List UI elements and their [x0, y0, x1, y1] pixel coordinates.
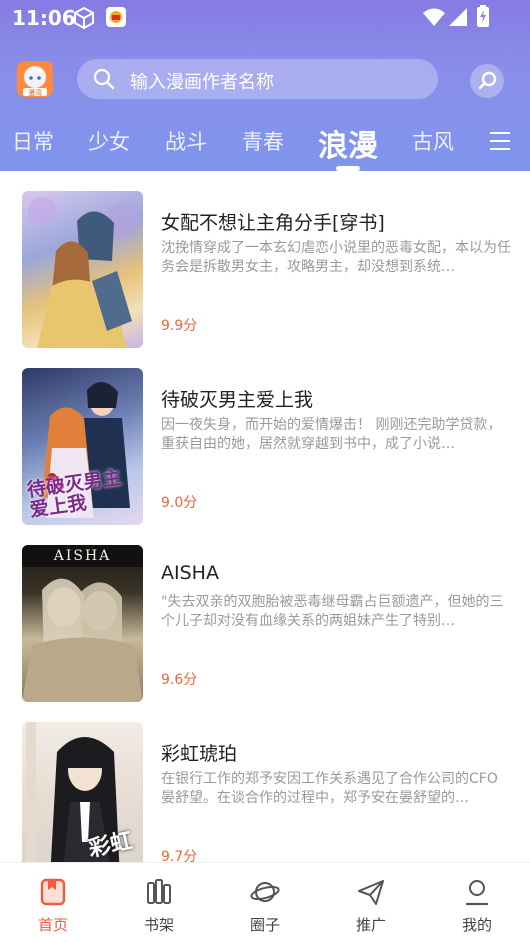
planet-icon: [250, 882, 280, 902]
nav-label: 圈子: [249, 916, 280, 934]
comic-description: 在银行工作的郑予安因工作关系遇见了合作公司的CFO晏舒望。在谈合作的过程中，郑予…: [161, 771, 498, 806]
app-logo-text: 漫湾: [28, 89, 42, 97]
search-placeholder: 输入漫画作者名称: [130, 72, 274, 93]
status-time: 11:06: [12, 6, 76, 30]
comic-description: 因一夜失身，而开始的爱情爆击！ 刚刚还完助学贷款，重获自由的她，居然就穿越到书中…: [161, 417, 502, 452]
nav-label: 首页: [37, 916, 68, 934]
paper-plane-icon: [358, 880, 384, 905]
nav-label: 我的: [461, 916, 492, 934]
tab-youth[interactable]: 青春: [242, 126, 284, 156]
category-tabs: 日常 少女 战斗 青春 浪漫 古风: [0, 118, 530, 171]
cube-icon: [72, 6, 96, 34]
tab-battle[interactable]: 战斗: [165, 126, 207, 156]
comic-score: 9.9分: [161, 318, 198, 334]
comic-title: 待破灭男主爱上我: [161, 389, 314, 411]
nav-profile[interactable]: 我的: [424, 863, 530, 942]
nav-bookshelf[interactable]: 书架: [106, 863, 212, 942]
bottom-navigation: 首页 书架 圈子 推广 我的: [0, 862, 530, 942]
nav-home[interactable]: 首页: [0, 863, 106, 942]
tab-shoujo[interactable]: 少女: [88, 126, 130, 156]
cover-illustration: [28, 197, 140, 348]
comic-description: "失去双亲的双胞胎被恶毒继母霸占巨额遗产，但她的三个儿子却对没有血缘关系的两姐妹…: [161, 594, 504, 629]
list-item[interactable]: 彩虹 彩虹琥珀 在银行工作的郑予安因工作关系遇见了合作公司的CFO晏舒望。在谈合…: [0, 702, 530, 862]
comic-cover[interactable]: [22, 191, 143, 348]
app-logo[interactable]: 漫湾: [17, 61, 53, 97]
comic-title: 彩虹琥珀: [161, 743, 238, 765]
comic-cover[interactable]: AISHA: [22, 545, 143, 702]
list-item[interactable]: 女配不想让主角分手[穿书] 沈挽情穿成了一本玄幻虐恋小说里的恶毒女配，本以为任务…: [0, 171, 530, 348]
search-input[interactable]: 输入漫画作者名称: [77, 59, 438, 99]
comic-title: 女配不想让主角分手[穿书]: [161, 212, 385, 234]
tab-romance[interactable]: 浪漫: [318, 121, 378, 165]
comic-title: AISHA: [161, 562, 219, 584]
bookshelf-icon: [147, 879, 171, 904]
status-bar: 11:06: [0, 0, 530, 36]
tab-ancient[interactable]: 古风: [412, 126, 454, 156]
nav-circle[interactable]: 圈子: [212, 863, 318, 942]
menu-icon[interactable]: [490, 130, 512, 152]
search-button[interactable]: [470, 64, 504, 98]
cover-title-text: AISHA: [53, 548, 112, 564]
header: 11:06 漫湾 输入漫画作者名称 日常 少女 战斗 青春 浪漫 古风: [0, 0, 530, 171]
battery-charging-icon: [477, 5, 489, 31]
user-icon: [465, 880, 489, 906]
comic-cover[interactable]: 彩虹: [22, 722, 143, 862]
signal-icon: [448, 7, 468, 31]
comic-list: 女配不想让主角分手[穿书] 沈挽情穿成了一本玄幻虐恋小说里的恶毒女配，本以为任务…: [0, 171, 530, 862]
tab-daily[interactable]: 日常: [12, 126, 54, 156]
list-item[interactable]: AISHA AISHA "失去双亲的双胞胎被恶毒继母霸占巨额遗产，但她的三个儿子…: [0, 525, 530, 702]
nav-promote[interactable]: 推广: [318, 863, 424, 942]
comic-score: 9.0分: [161, 495, 198, 511]
app-notification-icon: [105, 6, 127, 32]
nav-label: 推广: [355, 916, 386, 934]
active-tab-indicator: [336, 166, 360, 171]
comic-score: 9.6分: [161, 672, 198, 688]
search-icon: [93, 68, 115, 94]
comic-description: 沈挽情穿成了一本玄幻虐恋小说里的恶毒女配，本以为任务会是拆散男女主，攻略男主，却…: [161, 240, 511, 275]
wifi-icon: [423, 7, 445, 31]
cover-illustration: [22, 545, 143, 702]
comic-cover[interactable]: 待破灭男主爱上我: [22, 368, 143, 525]
home-book-icon: [40, 878, 66, 906]
comic-score: 9.7分: [161, 849, 198, 862]
list-item[interactable]: 待破灭男主爱上我 待破灭男主爱上我 因一夜失身，而开始的爱情爆击！ 刚刚还完助学…: [0, 348, 530, 525]
search-icon: [478, 71, 497, 90]
nav-label: 书架: [143, 916, 174, 934]
